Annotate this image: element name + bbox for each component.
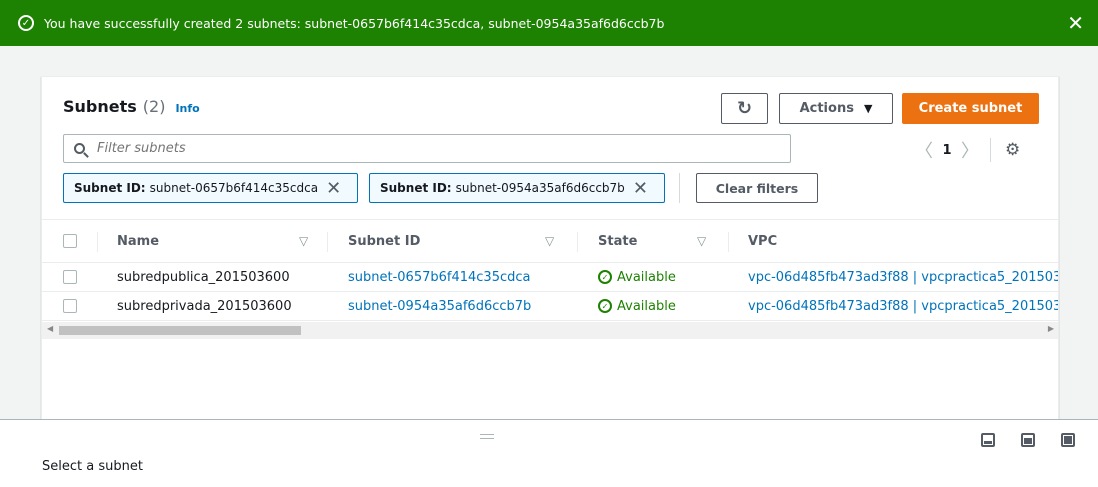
filter-token-subnet-1: Subnet ID: subnet-0657b6f414c35cdca ✕ — [63, 173, 358, 203]
cell-state: ✓ Available — [598, 292, 676, 320]
info-link[interactable]: Info — [175, 102, 199, 115]
cell-name: subredpublica_201503600 — [117, 269, 290, 285]
sort-icon[interactable]: ▽ — [697, 234, 706, 248]
next-page-icon[interactable]: 〉 — [960, 137, 980, 163]
remove-token-icon[interactable]: ✕ — [633, 178, 648, 199]
column-label: Subnet ID — [348, 233, 421, 249]
dock-bottom-icon[interactable] — [981, 433, 995, 447]
cell-subnet-id-link[interactable]: subnet-0657b6f414c35cdca — [348, 263, 531, 291]
cell-vpc-link[interactable]: vpc-06d485fb473ad3f88 | vpcpractica5_201… — [748, 263, 1058, 291]
row-checkbox[interactable] — [63, 299, 77, 313]
create-subnet-button[interactable]: Create subnet — [902, 93, 1039, 124]
column-label: VPC — [748, 233, 778, 249]
cell-subnet-id-link[interactable]: subnet-0954a35af6d6ccb7b — [348, 292, 531, 320]
cell-name: subredprivada_201503600 — [117, 298, 292, 314]
token-key: Subnet ID: — [74, 181, 146, 195]
clear-filters-button[interactable]: Clear filters — [696, 173, 818, 203]
actions-label: Actions — [799, 101, 854, 116]
search-icon — [74, 143, 85, 154]
horizontal-scrollbar[interactable]: ◀ ▶ — [42, 322, 1058, 339]
token-value: subnet-0657b6f414c35cdca — [149, 181, 319, 195]
column-label: State — [598, 233, 638, 249]
page-number[interactable]: 1 — [934, 143, 960, 158]
column-header-vpc[interactable]: VPC — [748, 220, 948, 262]
cell-vpc-link[interactable]: vpc-06d485fb473ad3f88 | vpcpractica5_201… — [748, 292, 1058, 320]
gear-icon[interactable]: ⚙ — [1005, 140, 1020, 160]
state-label: Available — [617, 269, 676, 285]
filter-input[interactable] — [97, 141, 737, 156]
select-all-checkbox[interactable] — [63, 234, 77, 248]
scroll-right-icon[interactable]: ▶ — [1048, 324, 1054, 333]
dock-full-icon[interactable] — [1061, 433, 1075, 447]
pagination: 〈 1 〉 ⚙ — [914, 137, 1020, 163]
filter-bar — [63, 134, 791, 163]
table-row[interactable]: subredpublica_201503600 subnet-0657b6f41… — [42, 263, 1058, 292]
column-header-state[interactable]: State ▽ — [598, 220, 718, 262]
cell-state: ✓ Available — [598, 263, 676, 291]
success-flashbar: ✓ You have successfully created 2 subnet… — [0, 0, 1098, 46]
column-divider — [577, 232, 578, 252]
table-header: Subnets (2) Info — [63, 97, 200, 116]
subnets-table-container: Subnets (2) Info ↻ Actions ▼ Create subn… — [41, 76, 1059, 420]
scrollbar-thumb[interactable] — [59, 326, 301, 335]
status-ok-icon: ✓ — [598, 270, 612, 284]
check-circle-icon: ✓ — [18, 15, 34, 31]
column-divider — [97, 232, 98, 252]
actions-dropdown-button[interactable]: Actions ▼ — [779, 93, 893, 124]
pager-divider — [990, 138, 991, 162]
token-key: Subnet ID: — [380, 181, 452, 195]
dock-half-icon[interactable] — [1021, 433, 1035, 447]
column-header-name[interactable]: Name ▽ — [117, 220, 317, 262]
page-title: Subnets — [63, 97, 137, 116]
sort-icon[interactable]: ▽ — [545, 234, 554, 248]
resize-handle[interactable] — [480, 434, 494, 439]
column-divider — [327, 232, 328, 252]
status-ok-icon: ✓ — [598, 299, 612, 313]
column-header-subnet-id[interactable]: Subnet ID ▽ — [348, 220, 558, 262]
select-subnet-hint: Select a subnet — [42, 459, 143, 474]
remove-token-icon[interactable]: ✕ — [326, 178, 341, 199]
close-icon[interactable]: ✕ — [1067, 13, 1084, 33]
prev-page-icon[interactable]: 〈 — [914, 137, 934, 163]
sort-icon[interactable]: ▽ — [299, 234, 308, 248]
column-label: Name — [117, 233, 160, 249]
refresh-icon: ↻ — [736, 98, 753, 119]
divider — [679, 173, 680, 203]
scroll-left-icon[interactable]: ◀ — [47, 324, 53, 333]
caret-down-icon: ▼ — [863, 102, 873, 115]
flash-message: You have successfully created 2 subnets:… — [44, 15, 665, 31]
column-divider — [728, 232, 729, 252]
subnet-count: (2) — [142, 97, 166, 116]
state-label: Available — [617, 298, 676, 314]
table-header-row: Name ▽ Subnet ID ▽ State ▽ VPC — [42, 219, 1058, 263]
filter-token-subnet-2: Subnet ID: subnet-0954a35af6d6ccb7b ✕ — [369, 173, 665, 203]
details-split-panel: Select a subnet — [0, 419, 1098, 487]
token-value: subnet-0954a35af6d6ccb7b — [455, 181, 625, 195]
row-checkbox[interactable] — [63, 270, 77, 284]
table-row[interactable]: subredprivada_201503600 subnet-0954a35af… — [42, 292, 1058, 321]
refresh-button[interactable]: ↻ — [721, 93, 768, 124]
